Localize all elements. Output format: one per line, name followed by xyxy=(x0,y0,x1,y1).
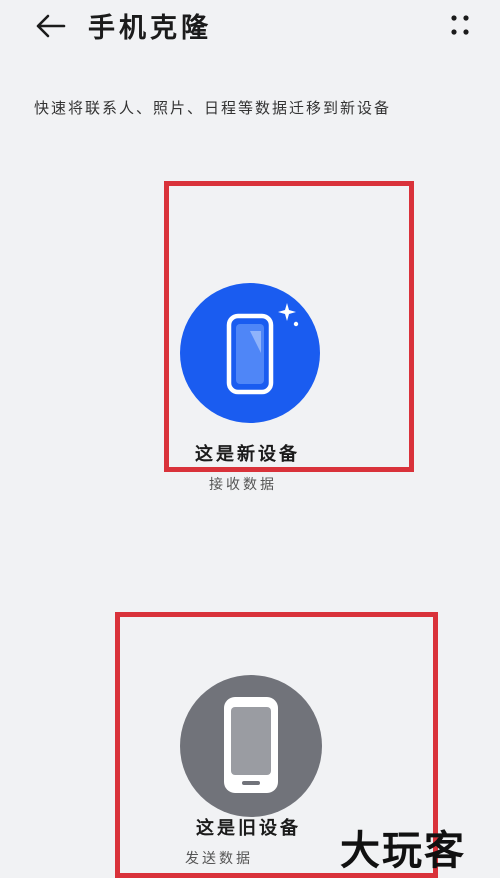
new-device-label: 这是新设备 xyxy=(195,444,300,465)
old-device-sublabel: 发送数据 xyxy=(185,851,253,867)
page-subtitle: 快速将联系人、照片、日程等数据迁移到新设备 xyxy=(34,99,392,117)
new-device-option[interactable]: 这是新设备 xyxy=(164,181,414,472)
more-button[interactable] xyxy=(442,10,478,42)
phone-icon xyxy=(224,697,278,793)
watermark-logo: 大玩客 xyxy=(340,828,466,874)
header-bar: 手机克隆 xyxy=(0,0,500,56)
arrow-left-icon xyxy=(36,14,66,38)
new-device-circle xyxy=(180,283,320,423)
back-button[interactable] xyxy=(30,8,70,44)
phone-sparkle-icon xyxy=(226,303,299,395)
more-dots-icon xyxy=(451,15,469,35)
old-device-label: 这是旧设备 xyxy=(196,818,301,839)
new-device-sublabel: 接收数据 xyxy=(209,477,277,493)
old-device-circle xyxy=(180,675,322,817)
page-title: 手机克隆 xyxy=(88,13,212,44)
